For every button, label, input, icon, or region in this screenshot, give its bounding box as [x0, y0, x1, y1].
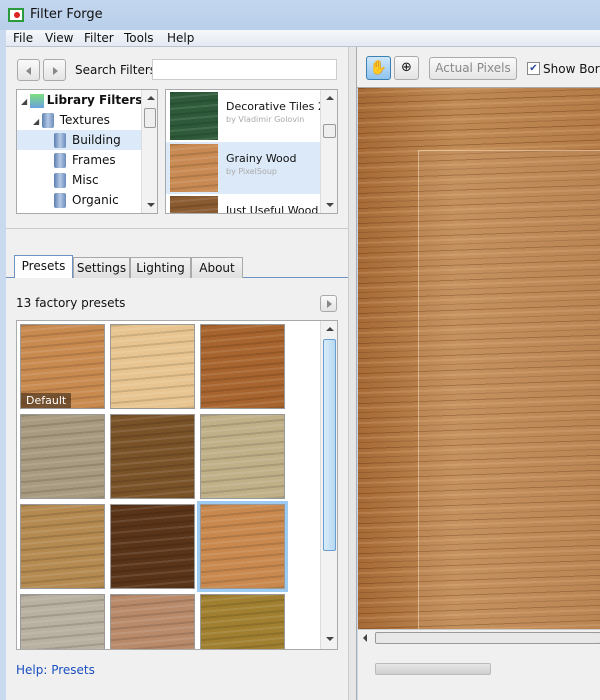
filter-list: Decorative Tiles 2 by Vladimir Golovin G…: [165, 89, 338, 214]
menu-filter[interactable]: Filter: [84, 31, 114, 45]
menu-bar: File View Filter Tools Help: [6, 30, 600, 47]
tree-scrollbar[interactable]: [141, 90, 157, 213]
arrow-right-icon: [327, 300, 332, 308]
menu-view[interactable]: View: [45, 31, 73, 45]
tree-item-misc[interactable]: Misc: [54, 170, 99, 190]
filter-author: by Vladimir Golovin: [226, 115, 305, 124]
filter-thumbnail: [170, 92, 218, 140]
filter-thumbnail: [170, 144, 218, 192]
tree-textures-label: Textures: [59, 113, 110, 127]
progress-bar: [375, 663, 491, 675]
arrow-right-icon: [53, 67, 58, 75]
preset-thumbnail[interactable]: [110, 504, 195, 589]
preview-image[interactable]: [358, 88, 600, 640]
scroll-up-icon: [326, 96, 334, 100]
preset-thumbnail[interactable]: [200, 324, 285, 409]
zoom-in-icon: ⊕: [401, 60, 412, 75]
category-tree: ◢ Library Filters ◢ Textures Building Fr…: [16, 89, 158, 214]
menu-help[interactable]: Help: [167, 31, 194, 45]
filter-name: Just Useful Wood: [226, 204, 319, 214]
filter-author: by PixelSoup: [226, 167, 277, 176]
menu-tools[interactable]: Tools: [124, 31, 154, 45]
tab-lighting[interactable]: Lighting: [130, 257, 191, 278]
folder-icon: [41, 113, 54, 128]
filter-list-item[interactable]: Just Useful Wood: [166, 194, 320, 214]
scroll-up-icon: [326, 327, 334, 331]
preset-scrollbar[interactable]: [320, 321, 337, 649]
scroll-left-icon: [363, 634, 367, 642]
preview-toolbar: ✋ ⊕ Actual Pixels ✔ Show Bord: [357, 47, 600, 88]
tree-item-building[interactable]: Building: [17, 130, 141, 150]
preset-count: 13 factory presets: [16, 296, 126, 310]
hand-tool-button[interactable]: ✋: [366, 56, 391, 80]
tree-textures[interactable]: ◢ Textures: [33, 110, 110, 130]
scroll-thumb[interactable]: [323, 339, 336, 551]
tree-item-label: Misc: [72, 173, 99, 187]
zoom-tool-button[interactable]: ⊕: [394, 56, 419, 80]
presets-menu-button[interactable]: [320, 295, 337, 312]
title-bar: Filter Forge: [0, 0, 600, 30]
scroll-down-icon: [326, 203, 334, 207]
window-title: Filter Forge: [30, 7, 103, 22]
search-input[interactable]: [152, 59, 337, 80]
scroll-down-icon: [326, 637, 334, 641]
hand-icon: ✋: [369, 60, 388, 76]
menu-file[interactable]: File: [13, 31, 33, 45]
default-label: Default: [21, 393, 72, 408]
preview-h-scrollbar[interactable]: [358, 629, 600, 646]
preset-thumbnail[interactable]: [110, 324, 195, 409]
preset-grid: Default: [16, 320, 338, 650]
show-border-label: Show Bord: [543, 62, 600, 76]
preview-border: [418, 150, 600, 640]
preset-thumbnail[interactable]: [20, 594, 105, 649]
status-area: [358, 646, 600, 700]
scroll-up-icon: [147, 96, 155, 100]
vertical-splitter[interactable]: [348, 47, 357, 700]
scroll-down-icon: [147, 203, 155, 207]
preset-thumbnail[interactable]: [20, 504, 105, 589]
folder-icon: [54, 153, 66, 168]
filter-thumbnail: [170, 196, 218, 213]
tree-root[interactable]: ◢ Library Filters: [21, 90, 142, 110]
tree-item-organic[interactable]: Organic: [54, 190, 119, 210]
tree-item-frames[interactable]: Frames: [54, 150, 116, 170]
filter-list-item[interactable]: Grainy Wood by PixelSoup: [166, 142, 320, 194]
tree-item-label: Building: [72, 133, 121, 147]
preset-thumbnail[interactable]: [20, 414, 105, 499]
library-icon: [29, 93, 44, 108]
filter-list-item[interactable]: Decorative Tiles 2 by Vladimir Golovin: [166, 90, 325, 142]
scroll-thumb[interactable]: [144, 108, 156, 128]
preset-thumbnail[interactable]: [110, 594, 195, 649]
tree-item-label: Organic: [72, 193, 119, 207]
folder-icon: [54, 173, 66, 188]
tab-about[interactable]: About: [191, 257, 243, 278]
back-button[interactable]: [17, 59, 40, 81]
filter-name: Grainy Wood: [226, 152, 297, 165]
tree-root-label: Library Filters: [46, 93, 143, 107]
app-icon: [8, 8, 24, 22]
preset-thumbnail[interactable]: [200, 414, 285, 499]
help-presets-link[interactable]: Help: Presets: [16, 663, 95, 677]
h-scroll-thumb[interactable]: [375, 632, 600, 644]
tree-item-label: Frames: [72, 153, 116, 167]
filter-name: Decorative Tiles 2: [226, 100, 325, 113]
forward-button[interactable]: [43, 59, 66, 81]
preset-thumbnail[interactable]: [197, 501, 288, 592]
preset-thumbnail[interactable]: [110, 414, 195, 499]
scroll-thumb[interactable]: [323, 124, 336, 138]
tab-presets[interactable]: Presets: [14, 255, 73, 278]
preset-thumbnail[interactable]: [200, 594, 285, 649]
actual-pixels-button[interactable]: Actual Pixels: [429, 57, 517, 80]
horizontal-splitter[interactable]: [6, 228, 348, 231]
search-label: Search Filters:: [75, 63, 161, 77]
show-border-checkbox[interactable]: ✔: [527, 62, 540, 75]
arrow-left-icon: [26, 67, 31, 75]
tab-settings[interactable]: Settings: [73, 257, 130, 278]
filter-list-scrollbar[interactable]: [320, 90, 337, 213]
preset-thumbnail[interactable]: Default: [20, 324, 105, 409]
folder-icon: [54, 193, 66, 208]
folder-icon: [54, 133, 66, 148]
